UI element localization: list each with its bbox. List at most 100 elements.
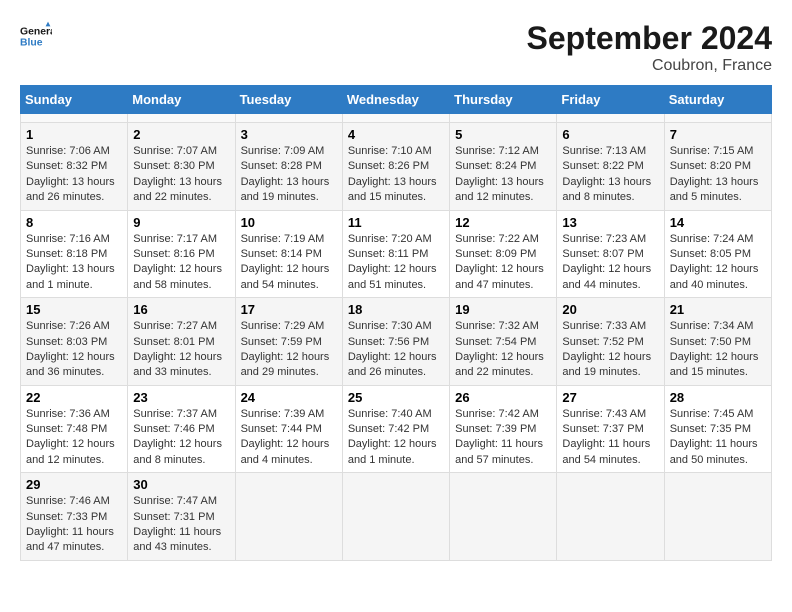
day-info: Sunrise: 7:34 AM Sunset: 7:50 PM Dayligh… bbox=[670, 319, 766, 381]
day-info: Sunrise: 7:46 AM Sunset: 7:33 PM Dayligh… bbox=[26, 494, 122, 556]
table-cell: 12 Sunrise: 7:22 AM Sunset: 8:09 PM Dayl… bbox=[450, 210, 557, 298]
day-info: Sunrise: 7:20 AM Sunset: 8:11 PM Dayligh… bbox=[348, 232, 444, 294]
sunrise-text: Sunrise: 7:22 AM bbox=[455, 233, 539, 245]
daylight-text: Daylight: 13 hours and 8 minutes. bbox=[562, 176, 651, 203]
table-cell: 30 Sunrise: 7:47 AM Sunset: 7:31 PM Dayl… bbox=[128, 473, 235, 561]
day-info: Sunrise: 7:37 AM Sunset: 7:46 PM Dayligh… bbox=[133, 407, 229, 469]
daylight-text: Daylight: 13 hours and 15 minutes. bbox=[348, 176, 437, 203]
day-number: 21 bbox=[670, 302, 766, 317]
sunset-text: Sunset: 7:37 PM bbox=[562, 423, 643, 435]
table-cell: 8 Sunrise: 7:16 AM Sunset: 8:18 PM Dayli… bbox=[21, 210, 128, 298]
day-number: 24 bbox=[241, 390, 337, 405]
daylight-text: Daylight: 11 hours and 43 minutes. bbox=[133, 526, 221, 553]
table-cell: 6 Sunrise: 7:13 AM Sunset: 8:22 PM Dayli… bbox=[557, 123, 664, 211]
table-cell: 27 Sunrise: 7:43 AM Sunset: 7:37 PM Dayl… bbox=[557, 385, 664, 473]
sunset-text: Sunset: 7:42 PM bbox=[348, 423, 429, 435]
daylight-text: Daylight: 11 hours and 50 minutes. bbox=[670, 438, 758, 465]
day-info: Sunrise: 7:47 AM Sunset: 7:31 PM Dayligh… bbox=[133, 494, 229, 556]
day-info: Sunrise: 7:43 AM Sunset: 7:37 PM Dayligh… bbox=[562, 407, 658, 469]
table-cell: 20 Sunrise: 7:33 AM Sunset: 7:52 PM Dayl… bbox=[557, 298, 664, 386]
sunrise-text: Sunrise: 7:32 AM bbox=[455, 320, 539, 332]
daylight-text: Daylight: 13 hours and 22 minutes. bbox=[133, 176, 222, 203]
table-cell: 11 Sunrise: 7:20 AM Sunset: 8:11 PM Dayl… bbox=[342, 210, 449, 298]
daylight-text: Daylight: 12 hours and 36 minutes. bbox=[26, 351, 115, 378]
day-number: 20 bbox=[562, 302, 658, 317]
sunset-text: Sunset: 7:33 PM bbox=[26, 511, 107, 523]
sunset-text: Sunset: 8:24 PM bbox=[455, 160, 536, 172]
sunrise-text: Sunrise: 7:33 AM bbox=[562, 320, 646, 332]
day-number: 9 bbox=[133, 215, 229, 230]
day-info: Sunrise: 7:27 AM Sunset: 8:01 PM Dayligh… bbox=[133, 319, 229, 381]
col-saturday: Saturday bbox=[664, 86, 771, 114]
table-cell: 22 Sunrise: 7:36 AM Sunset: 7:48 PM Dayl… bbox=[21, 385, 128, 473]
sunrise-text: Sunrise: 7:36 AM bbox=[26, 408, 110, 420]
day-number: 12 bbox=[455, 215, 551, 230]
sunrise-text: Sunrise: 7:26 AM bbox=[26, 320, 110, 332]
day-info: Sunrise: 7:16 AM Sunset: 8:18 PM Dayligh… bbox=[26, 232, 122, 294]
daylight-text: Daylight: 12 hours and 15 minutes. bbox=[670, 351, 759, 378]
table-cell: 3 Sunrise: 7:09 AM Sunset: 8:28 PM Dayli… bbox=[235, 123, 342, 211]
table-cell: 24 Sunrise: 7:39 AM Sunset: 7:44 PM Dayl… bbox=[235, 385, 342, 473]
sunrise-text: Sunrise: 7:47 AM bbox=[133, 495, 217, 507]
col-wednesday: Wednesday bbox=[342, 86, 449, 114]
month-title: September 2024 bbox=[527, 20, 772, 57]
table-cell: 17 Sunrise: 7:29 AM Sunset: 7:59 PM Dayl… bbox=[235, 298, 342, 386]
sunrise-text: Sunrise: 7:45 AM bbox=[670, 408, 754, 420]
page-header: General Blue September 2024 Coubron, Fra… bbox=[20, 20, 772, 75]
sunset-text: Sunset: 7:48 PM bbox=[26, 423, 107, 435]
day-number: 13 bbox=[562, 215, 658, 230]
daylight-text: Daylight: 11 hours and 47 minutes. bbox=[26, 526, 114, 553]
day-info: Sunrise: 7:19 AM Sunset: 8:14 PM Dayligh… bbox=[241, 232, 337, 294]
sunrise-text: Sunrise: 7:43 AM bbox=[562, 408, 646, 420]
calendar-row: 1 Sunrise: 7:06 AM Sunset: 8:32 PM Dayli… bbox=[21, 123, 772, 211]
sunset-text: Sunset: 7:59 PM bbox=[241, 336, 322, 348]
daylight-text: Daylight: 13 hours and 12 minutes. bbox=[455, 176, 544, 203]
location: Coubron, France bbox=[527, 57, 772, 75]
day-number: 14 bbox=[670, 215, 766, 230]
day-info: Sunrise: 7:07 AM Sunset: 8:30 PM Dayligh… bbox=[133, 144, 229, 206]
daylight-text: Daylight: 12 hours and 44 minutes. bbox=[562, 263, 651, 290]
day-number: 1 bbox=[26, 127, 122, 142]
daylight-text: Daylight: 12 hours and 8 minutes. bbox=[133, 438, 222, 465]
table-cell bbox=[342, 473, 449, 561]
day-info: Sunrise: 7:42 AM Sunset: 7:39 PM Dayligh… bbox=[455, 407, 551, 469]
table-cell: 4 Sunrise: 7:10 AM Sunset: 8:26 PM Dayli… bbox=[342, 123, 449, 211]
day-number: 11 bbox=[348, 215, 444, 230]
table-cell bbox=[342, 114, 449, 123]
day-number: 30 bbox=[133, 477, 229, 492]
sunset-text: Sunset: 7:39 PM bbox=[455, 423, 536, 435]
day-number: 26 bbox=[455, 390, 551, 405]
table-cell: 14 Sunrise: 7:24 AM Sunset: 8:05 PM Dayl… bbox=[664, 210, 771, 298]
daylight-text: Daylight: 12 hours and 51 minutes. bbox=[348, 263, 437, 290]
table-cell bbox=[235, 473, 342, 561]
day-info: Sunrise: 7:29 AM Sunset: 7:59 PM Dayligh… bbox=[241, 319, 337, 381]
table-cell: 5 Sunrise: 7:12 AM Sunset: 8:24 PM Dayli… bbox=[450, 123, 557, 211]
sunset-text: Sunset: 8:30 PM bbox=[133, 160, 214, 172]
calendar-row: 8 Sunrise: 7:16 AM Sunset: 8:18 PM Dayli… bbox=[21, 210, 772, 298]
day-number: 8 bbox=[26, 215, 122, 230]
day-info: Sunrise: 7:39 AM Sunset: 7:44 PM Dayligh… bbox=[241, 407, 337, 469]
sunrise-text: Sunrise: 7:09 AM bbox=[241, 145, 325, 157]
table-cell: 23 Sunrise: 7:37 AM Sunset: 7:46 PM Dayl… bbox=[128, 385, 235, 473]
logo: General Blue bbox=[20, 20, 52, 52]
calendar-table: Sunday Monday Tuesday Wednesday Thursday… bbox=[20, 85, 772, 561]
day-number: 19 bbox=[455, 302, 551, 317]
daylight-text: Daylight: 12 hours and 29 minutes. bbox=[241, 351, 330, 378]
sunset-text: Sunset: 7:46 PM bbox=[133, 423, 214, 435]
sunset-text: Sunset: 8:32 PM bbox=[26, 160, 107, 172]
table-cell bbox=[21, 114, 128, 123]
table-cell bbox=[557, 473, 664, 561]
daylight-text: Daylight: 12 hours and 22 minutes. bbox=[455, 351, 544, 378]
sunrise-text: Sunrise: 7:06 AM bbox=[26, 145, 110, 157]
day-number: 5 bbox=[455, 127, 551, 142]
sunrise-text: Sunrise: 7:17 AM bbox=[133, 233, 217, 245]
day-info: Sunrise: 7:24 AM Sunset: 8:05 PM Dayligh… bbox=[670, 232, 766, 294]
day-info: Sunrise: 7:33 AM Sunset: 7:52 PM Dayligh… bbox=[562, 319, 658, 381]
sunset-text: Sunset: 8:26 PM bbox=[348, 160, 429, 172]
sunrise-text: Sunrise: 7:46 AM bbox=[26, 495, 110, 507]
sunrise-text: Sunrise: 7:37 AM bbox=[133, 408, 217, 420]
daylight-text: Daylight: 13 hours and 5 minutes. bbox=[670, 176, 759, 203]
sunrise-text: Sunrise: 7:42 AM bbox=[455, 408, 539, 420]
daylight-text: Daylight: 12 hours and 1 minute. bbox=[348, 438, 437, 465]
col-monday: Monday bbox=[128, 86, 235, 114]
